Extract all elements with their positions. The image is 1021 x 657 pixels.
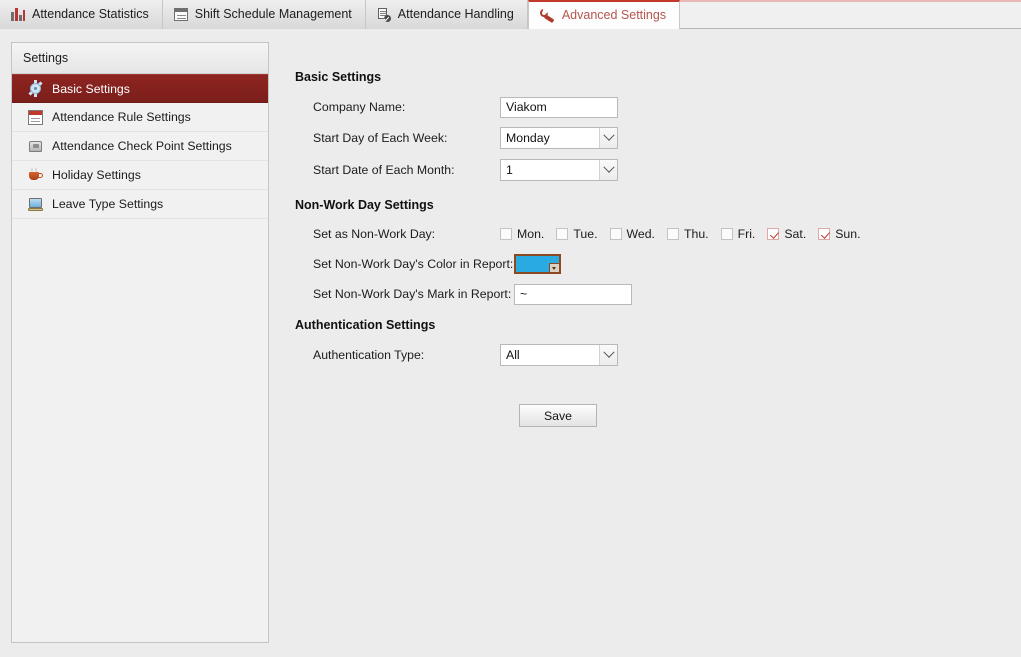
start-date-of-month-label: Start Date of Each Month:	[313, 163, 455, 177]
field-row-set-as-non-work-day: Set as Non-Work Day: Mon. Tue. Wed. Thu.…	[295, 223, 873, 245]
wrench-icon	[539, 8, 555, 23]
settings-content-panel: Basic Settings Company Name: Start Day o…	[280, 42, 1010, 643]
tab-shift-schedule-management[interactable]: Shift Schedule Management	[162, 0, 366, 29]
tab-label: Attendance Handling	[397, 7, 514, 22]
tab-attendance-handling[interactable]: Attendance Handling	[365, 0, 528, 29]
day-checkbox-sun[interactable]: Sun.	[818, 227, 861, 241]
start-date-of-month-value: 1	[506, 163, 513, 177]
checkbox-mon[interactable]	[500, 228, 512, 240]
tab-advanced-settings[interactable]: Advanced Settings	[527, 0, 681, 29]
day-label: Sun.	[835, 227, 861, 241]
tab-bar-filler	[680, 0, 1021, 28]
day-label: Thu.	[683, 227, 709, 241]
non-work-day-mark-input[interactable]	[514, 283, 632, 305]
day-label: Wed.	[626, 227, 655, 241]
checkbox-sat[interactable]	[767, 228, 780, 240]
sidebar-item-label: Holiday Settings	[52, 168, 141, 182]
gear-icon	[28, 80, 43, 97]
sidebar-item-holiday-settings[interactable]: Holiday Settings	[12, 161, 268, 190]
field-row-non-work-day-color: Set Non-Work Day's Color in Report:	[295, 253, 561, 275]
sidebar-item-label: Leave Type Settings	[52, 197, 164, 211]
day-checkbox-wed[interactable]: Wed.	[609, 227, 655, 241]
tab-attendance-statistics[interactable]: Attendance Statistics	[0, 0, 163, 29]
device-icon	[28, 139, 43, 154]
day-checkbox-fri[interactable]: Fri.	[720, 227, 756, 241]
authentication-type-value: All	[506, 348, 520, 362]
start-day-of-week-select[interactable]: Monday	[500, 127, 618, 149]
non-work-day-mark-label: Set Non-Work Day's Mark in Report:	[313, 287, 512, 301]
day-label: Mon.	[517, 227, 545, 241]
chevron-down-icon[interactable]	[599, 160, 617, 180]
chevron-down-icon[interactable]	[599, 128, 617, 148]
checkbox-tue[interactable]	[556, 228, 569, 240]
start-day-of-week-value: Monday	[506, 131, 550, 145]
field-row-non-work-day-mark: Set Non-Work Day's Mark in Report:	[295, 283, 632, 305]
company-name-label: Company Name:	[313, 100, 406, 114]
color-dropdown-icon[interactable]	[549, 263, 559, 272]
main-tab-bar: Attendance Statistics Shift Schedule Man…	[0, 0, 1021, 29]
set-as-non-work-day-label: Set as Non-Work Day:	[313, 227, 436, 241]
tab-label: Advanced Settings	[561, 8, 667, 23]
field-row-authentication-type: Authentication Type: All	[295, 344, 618, 366]
section-title-authentication-settings: Authentication Settings	[295, 318, 436, 332]
field-row-company-name: Company Name:	[295, 96, 618, 118]
sidebar-item-attendance-rule-settings[interactable]: Attendance Rule Settings	[12, 103, 268, 132]
checkbox-sun[interactable]	[818, 228, 831, 240]
checkbox-wed[interactable]	[609, 228, 622, 240]
section-title-basic-settings: Basic Settings	[295, 70, 382, 84]
day-label: Tue.	[573, 227, 598, 241]
day-checkbox-thu[interactable]: Thu.	[666, 227, 709, 241]
bar-chart-icon	[11, 8, 25, 21]
start-date-of-month-select[interactable]: 1	[500, 159, 618, 181]
sidebar-item-label: Attendance Rule Settings	[52, 110, 191, 124]
sidebar-item-leave-type-settings[interactable]: Leave Type Settings	[12, 190, 268, 219]
authentication-type-label: Authentication Type:	[313, 348, 425, 362]
settings-sidebar: Settings Basic Settings Attendance Rule …	[11, 42, 269, 643]
start-day-of-week-label: Start Day of Each Week:	[313, 131, 448, 145]
day-checkbox-sat[interactable]: Sat.	[767, 227, 806, 241]
sidebar-header: Settings	[12, 43, 268, 74]
company-name-input[interactable]	[500, 96, 618, 118]
day-checkbox-mon[interactable]: Mon.	[500, 227, 544, 241]
document-check-icon	[377, 7, 391, 22]
non-work-day-color-picker[interactable]	[514, 254, 561, 274]
calendar-red-icon	[28, 109, 43, 125]
field-row-start-date-of-month: Start Date of Each Month: 1	[295, 159, 618, 181]
non-work-day-color-label: Set Non-Work Day's Color in Report:	[313, 257, 514, 271]
sidebar-item-label: Attendance Check Point Settings	[52, 139, 232, 153]
sidebar-item-label: Basic Settings	[52, 81, 130, 96]
coffee-cup-icon	[28, 167, 43, 183]
calendar-icon	[173, 8, 188, 21]
sidebar-item-attendance-check-point-settings[interactable]: Attendance Check Point Settings	[12, 132, 268, 161]
monitor-icon	[28, 197, 43, 212]
section-title-non-work-day-settings: Non-Work Day Settings	[295, 198, 434, 212]
day-label: Fri.	[737, 227, 756, 241]
checkbox-thu[interactable]	[666, 228, 679, 240]
authentication-type-select[interactable]: All	[500, 344, 618, 366]
field-row-start-day-of-week: Start Day of Each Week: Monday	[295, 127, 618, 149]
checkbox-fri[interactable]	[720, 228, 733, 240]
non-work-day-checkbox-group: Mon. Tue. Wed. Thu. Fri. Sat. Sun.	[500, 227, 873, 241]
day-checkbox-tue[interactable]: Tue.	[556, 227, 598, 241]
save-button-label: Save	[543, 408, 573, 423]
sidebar-item-basic-settings[interactable]: Basic Settings	[12, 74, 268, 103]
save-button[interactable]: Save	[519, 404, 597, 427]
tab-label: Shift Schedule Management	[194, 7, 352, 22]
day-label: Sat.	[784, 227, 807, 241]
chevron-down-icon[interactable]	[599, 345, 617, 365]
tab-label: Attendance Statistics	[32, 7, 149, 22]
